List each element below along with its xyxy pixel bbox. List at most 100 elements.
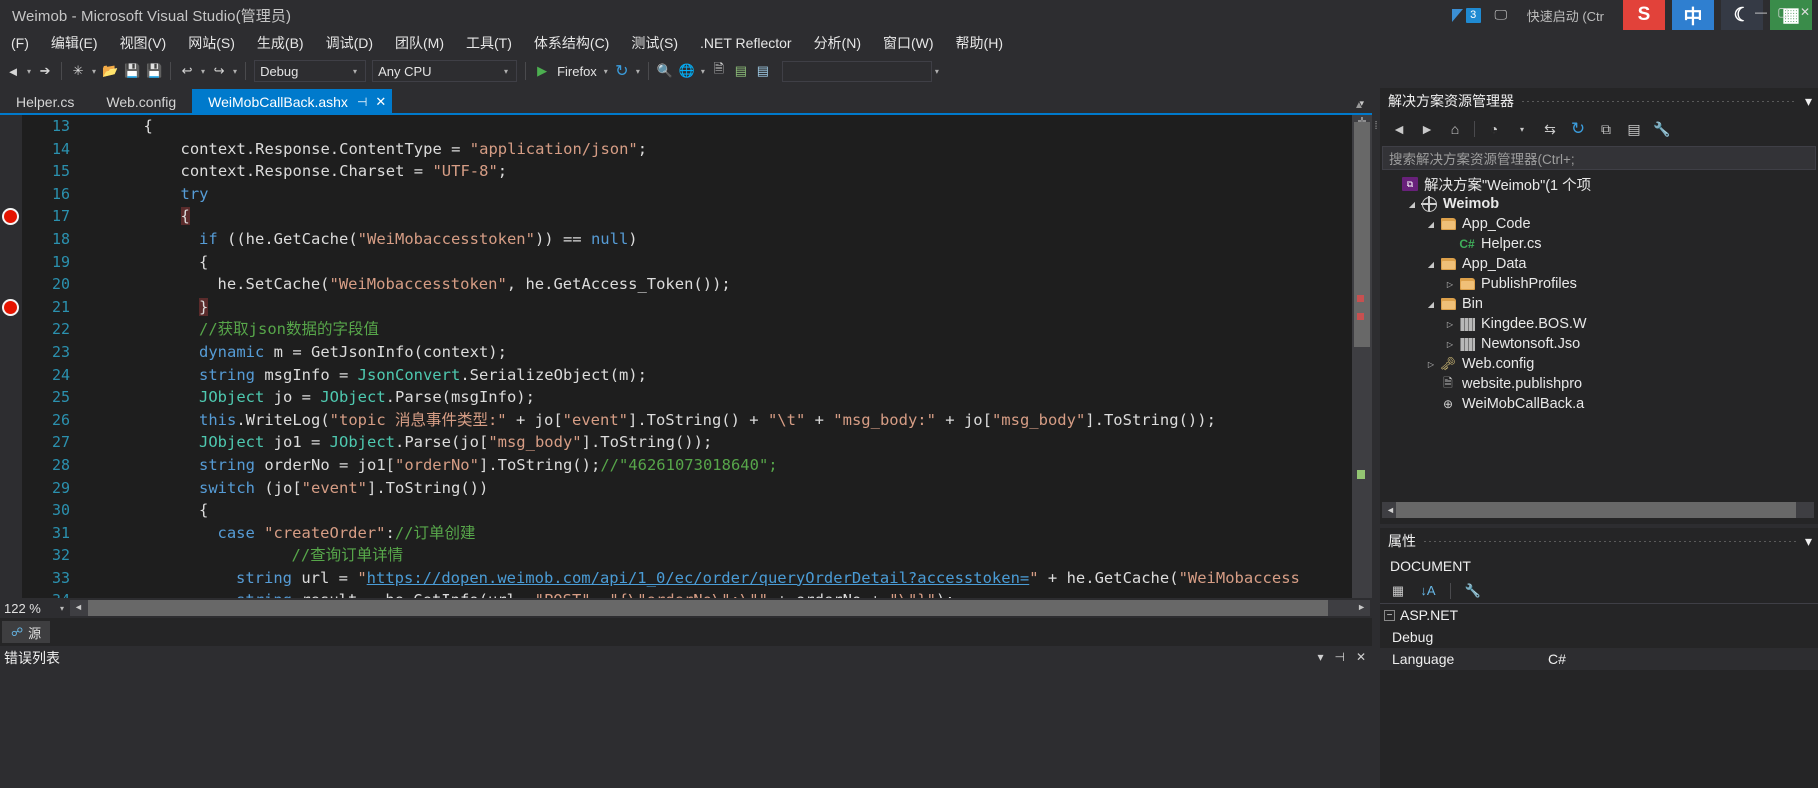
- find-in-files-icon[interactable]: 🔍: [654, 59, 676, 83]
- code-line[interactable]: 19 {: [0, 251, 1372, 274]
- scroll-up-arrow-icon[interactable]: ▲: [1354, 100, 1364, 111]
- decrease-indent-icon[interactable]: ▤: [752, 59, 774, 83]
- collapsed-twisty-icon[interactable]: ▷: [1443, 320, 1457, 329]
- new-project-caret-icon[interactable]: ▾: [89, 67, 99, 76]
- menu-test[interactable]: 测试(S): [620, 31, 689, 55]
- solution-platform-dropdown[interactable]: Any CPU ▾: [372, 60, 518, 82]
- expanded-twisty-icon[interactable]: ◢: [1405, 200, 1419, 209]
- property-value[interactable]: C#: [1540, 651, 1818, 667]
- code-line[interactable]: 16 try: [0, 183, 1372, 206]
- debug-target-caret-icon[interactable]: ▾: [601, 67, 611, 76]
- scroll-left-arrow-icon[interactable]: ◄: [1386, 505, 1395, 515]
- code-line[interactable]: 18 if ((he.GetCache("WeiMobaccesstoken"))…: [0, 228, 1372, 251]
- solution-explorer-hscroll-thumb[interactable]: [1396, 502, 1796, 518]
- maximize-button[interactable]: ▢: [1772, 2, 1794, 22]
- redo-icon[interactable]: ↪: [208, 59, 230, 83]
- menu-team[interactable]: 团队(M): [384, 31, 455, 55]
- tab-weimobcallback-ashx[interactable]: WeiMobCallBack.ashx ⊣ ✕: [192, 89, 393, 114]
- properties-icon[interactable]: 🔧: [1649, 117, 1675, 141]
- navigate-backward-icon[interactable]: ◄: [2, 59, 24, 83]
- undo-caret-icon[interactable]: ▾: [198, 67, 208, 76]
- categorized-view-icon[interactable]: ▦: [1386, 581, 1410, 601]
- breakpoint-icon[interactable]: [2, 208, 19, 226]
- code-line[interactable]: 31 case "createOrder"://订单创建: [0, 522, 1372, 545]
- back-icon[interactable]: ◄: [1386, 117, 1412, 141]
- tree-item[interactable]: ▷ Kingdee.BOS.W: [1380, 314, 1818, 334]
- tree-item[interactable]: 🗎 website.publishpro: [1380, 374, 1818, 394]
- menu-website[interactable]: 网站(S): [177, 31, 246, 55]
- navigate-forward-icon[interactable]: ➔: [34, 59, 56, 83]
- menu-analyze[interactable]: 分析(N): [803, 31, 872, 55]
- pending-changes-icon[interactable]: ◔: [1481, 117, 1507, 141]
- code-line[interactable]: 25 JObject jo = JObject.Parse(msgInfo);: [0, 386, 1372, 409]
- scroll-left-arrow-icon[interactable]: ◄: [74, 602, 83, 612]
- show-all-files-icon[interactable]: ▤: [1621, 117, 1647, 141]
- code-line[interactable]: 17 {: [0, 205, 1372, 228]
- toolbar-overflow-caret-icon[interactable]: ▾: [932, 67, 942, 76]
- tree-item[interactable]: ◢ Weimob: [1380, 194, 1818, 214]
- increase-indent-icon[interactable]: ▤: [730, 59, 752, 83]
- menu-window[interactable]: 窗口(W): [872, 31, 945, 55]
- menu-debug[interactable]: 调试(D): [315, 31, 384, 55]
- code-editor[interactable]: 13 {14 context.Response.ContentType = "app…: [0, 115, 1372, 598]
- new-document-icon[interactable]: 🗎: [708, 59, 730, 83]
- code-line[interactable]: 14 context.Response.ContentType = "applic…: [0, 138, 1372, 161]
- code-line[interactable]: 24 string msgInfo = JsonConvert.Serialize…: [0, 364, 1372, 387]
- zoom-caret-icon[interactable]: ▾: [60, 604, 64, 613]
- code-line[interactable]: 21}: [0, 296, 1372, 319]
- tree-item[interactable]: ▷ Newtonsoft.Jso: [1380, 334, 1818, 354]
- chevron-down-icon[interactable]: ▾: [1509, 117, 1535, 141]
- refresh-icon[interactable]: ↻: [1565, 117, 1591, 141]
- tree-item[interactable]: C# Helper.cs: [1380, 234, 1818, 254]
- tree-item[interactable]: ◢ App_Data: [1380, 254, 1818, 274]
- sync-with-active-document-icon[interactable]: ⇆: [1537, 117, 1563, 141]
- new-project-icon[interactable]: ✳: [67, 59, 89, 83]
- pin-icon[interactable]: ⊣: [357, 95, 367, 109]
- code-line[interactable]: 29 switch (jo["event"].ToString()): [0, 477, 1372, 500]
- property-row[interactable]: Debug: [1380, 626, 1818, 648]
- collapsed-twisty-icon[interactable]: ▷: [1443, 280, 1457, 289]
- undo-icon[interactable]: ↩: [176, 59, 198, 83]
- code-lines-container[interactable]: 13 {14 context.Response.ContentType = "app…: [0, 115, 1372, 598]
- tree-item[interactable]: ⊕ WeiMobCallBack.a: [1380, 394, 1818, 414]
- debug-target-label[interactable]: Firefox: [553, 64, 601, 79]
- open-file-icon[interactable]: 📂: [99, 59, 121, 83]
- breakpoint-icon[interactable]: [2, 298, 19, 316]
- minimize-button[interactable]: —: [1750, 2, 1772, 22]
- close-button[interactable]: ✕: [1794, 2, 1816, 22]
- feedback-icon[interactable]: 🖵: [1490, 4, 1512, 26]
- tree-item[interactable]: ◢ App_Code: [1380, 214, 1818, 234]
- menu-file[interactable]: (F): [0, 33, 40, 53]
- editor-hscroll-thumb[interactable]: [88, 600, 1329, 616]
- chevron-down-icon[interactable]: ▾: [1805, 533, 1812, 550]
- solution-explorer-search-input[interactable]: 搜索解决方案资源管理器(Ctrl+;: [1382, 146, 1816, 170]
- tree-item[interactable]: ▷ PublishProfiles: [1380, 274, 1818, 294]
- navigate-backward-caret-icon[interactable]: ▾: [24, 67, 34, 76]
- notifications-indicator[interactable]: 3: [1451, 7, 1481, 23]
- save-icon[interactable]: 💾: [121, 59, 143, 83]
- splitter-grip-icon[interactable]: ⁞: [1373, 120, 1379, 132]
- expanded-twisty-icon[interactable]: ◢: [1424, 300, 1438, 309]
- menu-tools[interactable]: 工具(T): [455, 31, 523, 55]
- chevron-down-icon[interactable]: ▾: [1805, 93, 1812, 110]
- menu-view[interactable]: 视图(V): [109, 31, 178, 55]
- tab-helper-cs[interactable]: Helper.cs: [0, 89, 91, 114]
- expanded-twisty-icon[interactable]: ◢: [1424, 220, 1438, 229]
- expanded-twisty-icon[interactable]: ◢: [1424, 260, 1438, 269]
- code-line[interactable]: 27 JObject jo1 = JObject.Parse(jo["msg_bo…: [0, 431, 1372, 454]
- close-icon[interactable]: ✕: [1356, 650, 1366, 664]
- pin-icon[interactable]: ⊣: [1334, 650, 1344, 664]
- chevron-down-icon[interactable]: ▾: [1317, 650, 1323, 664]
- properties-group-header[interactable]: − ASP.NET: [1380, 604, 1818, 626]
- code-line[interactable]: 28 string orderNo = jo1["orderNo"].ToStri…: [0, 454, 1372, 477]
- properties-page-icon[interactable]: 🔧: [1461, 581, 1485, 601]
- start-debugging-icon[interactable]: ▶: [531, 59, 553, 83]
- menu-edit[interactable]: 编辑(E): [40, 31, 109, 55]
- menu-help[interactable]: 帮助(H): [945, 31, 1014, 55]
- browser-link-caret-icon[interactable]: ▾: [698, 67, 708, 76]
- close-icon[interactable]: ✕: [375, 94, 386, 110]
- refresh-caret-icon[interactable]: ▾: [633, 67, 643, 76]
- quick-launch-box[interactable]: 快速启动 (Ctr: [1527, 6, 1604, 25]
- collapse-icon[interactable]: −: [1384, 609, 1395, 621]
- code-line[interactable]: 20 he.SetCache("WeiMobaccesstoken", he.Ge…: [0, 273, 1372, 296]
